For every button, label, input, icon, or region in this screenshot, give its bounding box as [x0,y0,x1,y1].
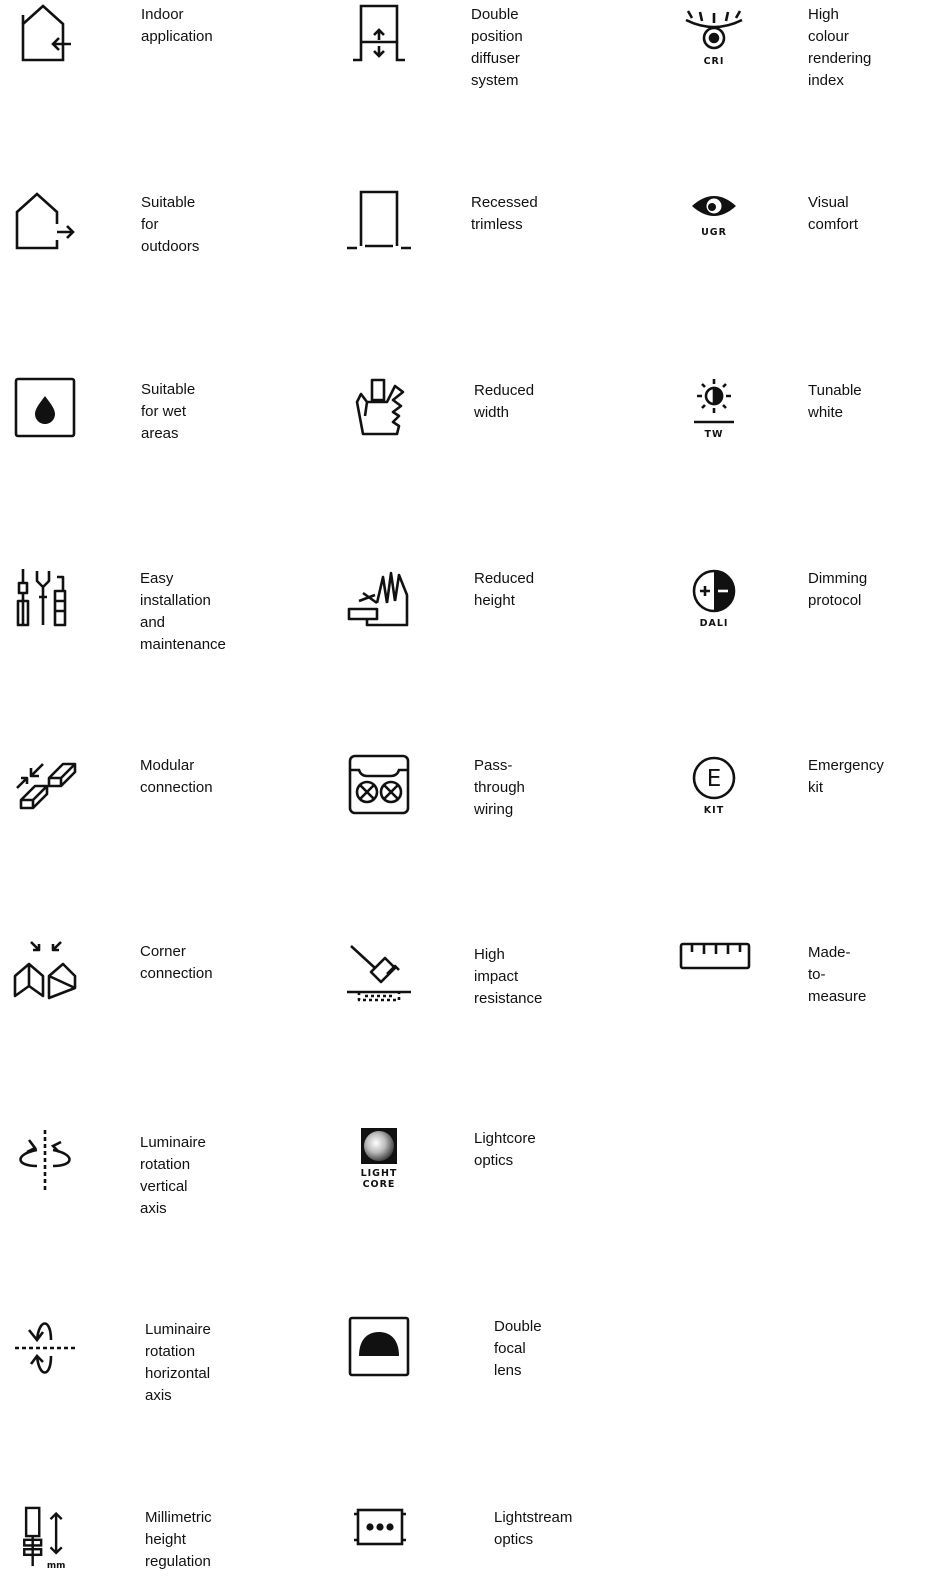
pass-through-wiring-icon [347,752,411,816]
feature-label: High impact resistance [474,946,543,1007]
feature-label: Reduced width [474,382,535,421]
hammer-impact-icon [347,938,411,1002]
emergency-kit-icon: E KIT [682,752,746,816]
feature-label: Indoor application [141,6,213,45]
modular-blocks-icon [13,752,77,816]
feature-label: Pass-through wiring [474,757,525,818]
feature-label: Lightstream optics [494,1509,573,1548]
feature-label: Easy installation and maintenance [140,570,226,653]
mm-tag: mm [47,1561,66,1571]
dome-lens-icon [347,1314,411,1378]
feature-label: Millimetric height regulation [145,1509,212,1570]
lightcore-tag-line2: CORE [363,1179,396,1190]
feature-label: Reduced height [474,570,535,609]
eye-ugr-icon: UGR [682,190,746,254]
lightstream-icon [352,1500,408,1564]
feature-label: High colour rendering index [808,6,872,89]
lightcore-icon: LIGHT CORE [347,1126,411,1190]
dali-icon: DALI [682,565,746,629]
hand-pinch-width-icon [347,376,411,440]
feature-label: Dimming protocol [808,570,868,609]
feature-label: Tunable white [808,382,862,421]
tools-icon [13,565,77,629]
kit-tag: KIT [704,805,724,816]
feature-label: Luminaire rotation horizontal axis [145,1321,211,1404]
tw-tag: TW [705,429,724,440]
corner-blocks-icon [13,938,77,1002]
feature-label: Luminaire rotation vertical axis [140,1134,206,1217]
hand-pinch-height-icon [347,565,411,629]
feature-label: Recessed trimless [471,194,538,233]
feature-label: Suitable for wet areas [141,381,196,442]
emergency-letter: E [707,766,722,792]
feature-label: Double focal lens [494,1318,542,1379]
water-drop-icon [13,376,77,440]
ruler-icon [679,938,752,1002]
feature-label: Corner connection [140,943,213,982]
height-regulation-icon: mm [13,1504,73,1571]
feature-label: Double position diffuser system [471,6,523,89]
feature-label: Lightcore optics [474,1130,536,1169]
feature-label: Suitable for outdoors [141,194,200,255]
ugr-tag: UGR [701,227,727,238]
feature-label: Modular connection [140,757,213,796]
rotation-vertical-icon [13,1128,77,1192]
house-arrow-out-icon [13,190,77,254]
feature-label: Emergency kit [808,757,884,796]
eye-cri-icon: CRI [682,2,746,67]
feature-label: Made-to-measure [808,944,867,1005]
feature-label: Visual comfort [808,194,859,233]
rotation-horizontal-icon [13,1316,77,1380]
diffuser-position-icon [347,2,411,66]
house-arrow-in-icon [13,2,77,66]
lightcore-tag-line1: LIGHT [361,1168,398,1179]
sun-tw-icon: TW [682,376,746,440]
dali-tag: DALI [700,618,729,629]
recessed-trimless-icon [347,190,411,254]
cri-tag: CRI [704,56,725,67]
